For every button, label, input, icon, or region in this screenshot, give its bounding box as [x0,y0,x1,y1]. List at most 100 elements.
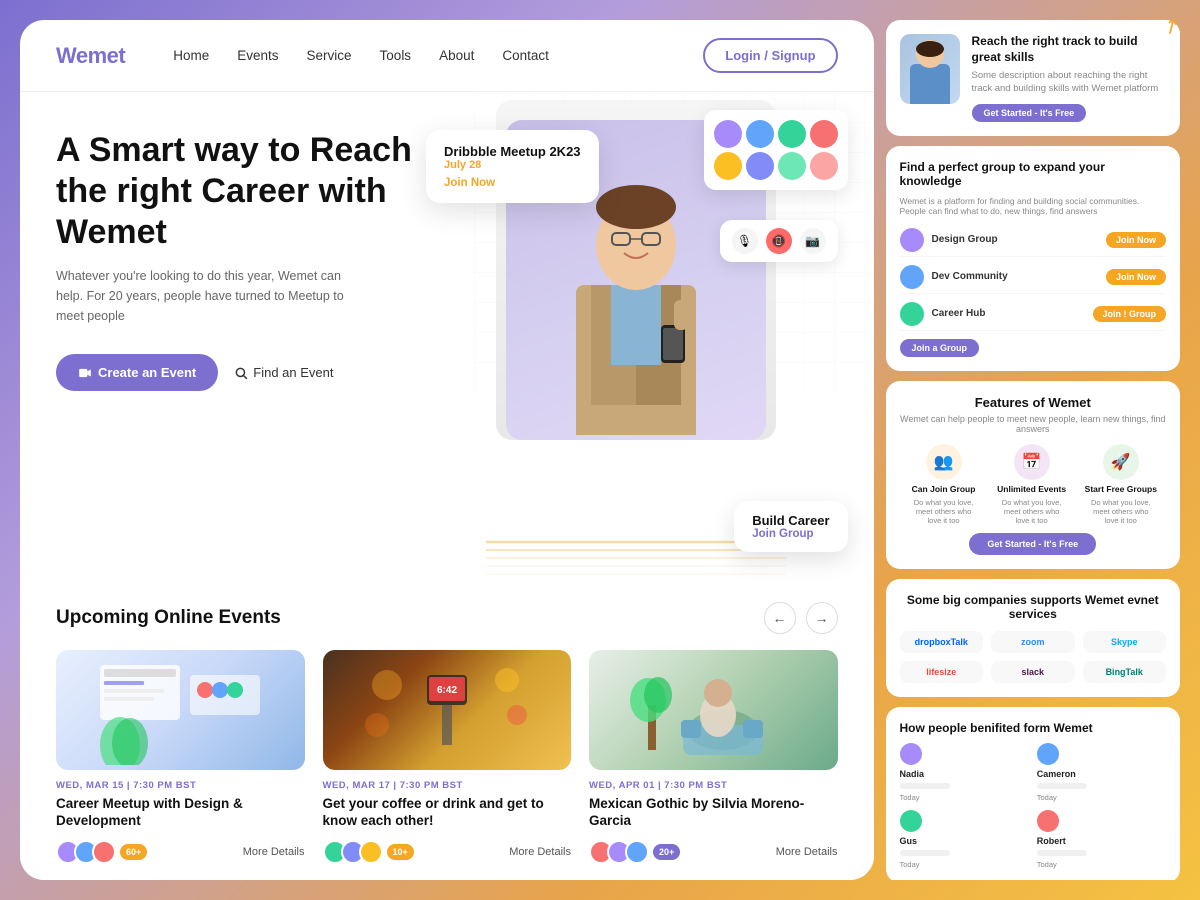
group-name-2: Dev Community [932,271,1008,282]
login-button[interactable]: Login / Signup [703,38,837,73]
group-row-3: Career Hub Join ! Group [900,298,1166,331]
nav-events[interactable]: Events [237,48,278,63]
rp-card-group: Find a perfect group to expand your know… [886,146,1180,371]
benefit-user-4: Robert Today [1037,810,1166,869]
company-logo-slack: slack [991,661,1075,683]
benefit-avatar-3 [900,810,922,832]
rp-reach-title: Reach the right track to build great ski… [972,34,1166,65]
benefit-name-4: Robert [1037,836,1166,846]
more-details-1[interactable]: More Details [243,846,305,858]
avatar-sm [810,120,838,148]
group-name-1: Design Group [932,234,998,245]
nav-tools[interactable]: Tools [380,48,412,63]
company-logos: dropboxTalk zoom Skype lifesize slack Bi… [900,631,1166,683]
benefit-role-4: Today [1037,860,1166,869]
feature-unlimited-events: 📅 Unlimited Events Do what you love, mee… [997,444,1067,525]
main-card: Wemet Home Events Service Tools About Co… [20,20,874,880]
event-title-text: Dribbble Meetup 2K23 [444,144,581,159]
benefits-title: How people benifited form Wemet [900,721,1166,735]
group-list: Design Group Join Now Dev Community Join… [900,224,1166,331]
nav-about[interactable]: About [439,48,474,63]
benefit-avatar-2 [1037,743,1059,765]
features-get-started-btn[interactable]: Get Started - It's Free [969,533,1096,555]
features-subtitle: Wemet can help people to meet new people… [900,414,1166,434]
rp-group-btn[interactable]: Join a Group [900,339,980,357]
join-group-link[interactable]: Join Group [752,528,829,540]
rp-group-title: Find a perfect group to expand your know… [900,160,1166,188]
hero-right: Dribbble Meetup 2K23 July 28 Join Now [436,100,838,582]
attendee-count-3: 20+ [653,844,680,860]
feature-icon-events: 📅 [1014,444,1050,480]
company-logo-zoom: zoom [991,631,1075,653]
rp-card-reach: Reach the right track to build great ski… [886,20,1180,136]
build-career-title: Build Career [752,513,829,528]
avatar-sm [778,120,806,148]
event-date-badge-2: WED, MAR 17 | 7:30 PM BST [323,780,572,791]
attendee-avatar [625,840,649,864]
more-details-3[interactable]: More Details [776,846,838,858]
event-card-title: Dribbble Meetup 2K23 [444,144,581,159]
event-img-design [56,650,305,770]
company-logo-bingtalk: BingTalk [1083,661,1166,683]
rp-reach-desc: Some description about reaching the righ… [972,69,1166,96]
feature-icon-start: 🚀 [1103,444,1139,480]
group-avatar-3 [900,302,924,326]
feature-desc-start: Do what you love, meet others who love i… [1086,498,1156,525]
feature-label-group: Can Join Group [912,484,976,494]
benefit-bar-1 [900,783,950,789]
nav-contact[interactable]: Contact [502,48,549,63]
event-img-mexican [589,650,838,770]
event-name-3: Mexican Gothic by Silvia Moreno-Garcia [589,795,838,830]
features-title: Features of Wemet [900,395,1166,410]
attendee-avatars-2: 10+ [323,840,414,864]
join-group-btn-3[interactable]: Join ! Group [1093,306,1167,322]
hero-title: A Smart way to Reach the right Career wi… [56,130,436,252]
event-image-3 [589,650,838,770]
nav-home[interactable]: Home [173,48,209,63]
build-career-card: Build Career Join Group [734,501,847,552]
feature-desc-group: Do what you love, meet others who love i… [909,498,979,525]
attendee-count-1: 60+ [120,844,147,860]
section-title: Upcoming Online Events [56,607,281,629]
benefit-user-2: Cameron Today [1037,743,1166,802]
benefit-role-1: Today [900,793,1029,802]
rp-reach-btn[interactable]: Get Started - It's Free [972,104,1087,122]
mic-icon: 🎙 [732,228,758,254]
call-icons-card: 🎙 📵 📷 [720,220,838,262]
nav-service[interactable]: Service [307,48,352,63]
find-event-label: Find an Event [253,365,333,380]
create-event-button[interactable]: Create an Event [56,354,218,391]
join-now-label[interactable]: Join Now [444,177,581,189]
more-details-2[interactable]: More Details [509,846,571,858]
join-group-btn-2[interactable]: Join Now [1106,269,1166,285]
nav-arrows: ← → [764,602,838,634]
event-card: Dribbble Meetup 2K23 July 28 Join Now [426,130,599,203]
logo: Wemet [56,43,125,69]
join-group-btn-1[interactable]: Join Now [1106,232,1166,248]
feature-label-events: Unlimited Events [997,484,1066,494]
feature-desc-events: Do what you love, meet others who love i… [997,498,1067,525]
feature-label-start: Start Free Groups [1085,484,1157,494]
find-event-button[interactable]: Find an Event [234,365,333,380]
create-event-label: Create an Event [98,365,196,380]
group-row-2: Dev Community Join Now [900,261,1166,294]
next-arrow-button[interactable]: → [806,602,838,634]
companies-title: Some big companies supports Wemet evnet … [900,593,1166,621]
attendee-avatars-3: 20+ [589,840,680,864]
camera-icon: 📷 [800,228,826,254]
feature-join-group: 👥 Can Join Group Do what you love, meet … [909,444,979,525]
event-item-2: 6:42 WED, MAR 17 | 7:30 PM BST Get your … [323,650,572,864]
event-item-3: WED, APR 01 | 7:30 PM BST Mexican Gothic… [589,650,838,864]
prev-arrow-button[interactable]: ← [764,602,796,634]
rp-benefits-card: How people benifited form Wemet Nadia To… [886,707,1180,880]
event-date-badge-3: WED, APR 01 | 7:30 PM BST [589,780,838,791]
event-date-badge-1: WED, MAR 15 | 7:30 PM BST [56,780,305,791]
event-item-1: WED, MAR 15 | 7:30 PM BST Career Meetup … [56,650,305,864]
hero-subtitle: Whatever you're looking to do this year,… [56,266,356,326]
rp-companies-card: Some big companies supports Wemet evnet … [886,579,1180,697]
rp-features-card: Features of Wemet Wemet can help people … [886,381,1180,569]
avatar-sm [810,152,838,180]
event-footer-3: 20+ More Details [589,840,838,864]
attendee-avatars-1: 60+ [56,840,147,864]
rp-person-image [900,34,960,104]
